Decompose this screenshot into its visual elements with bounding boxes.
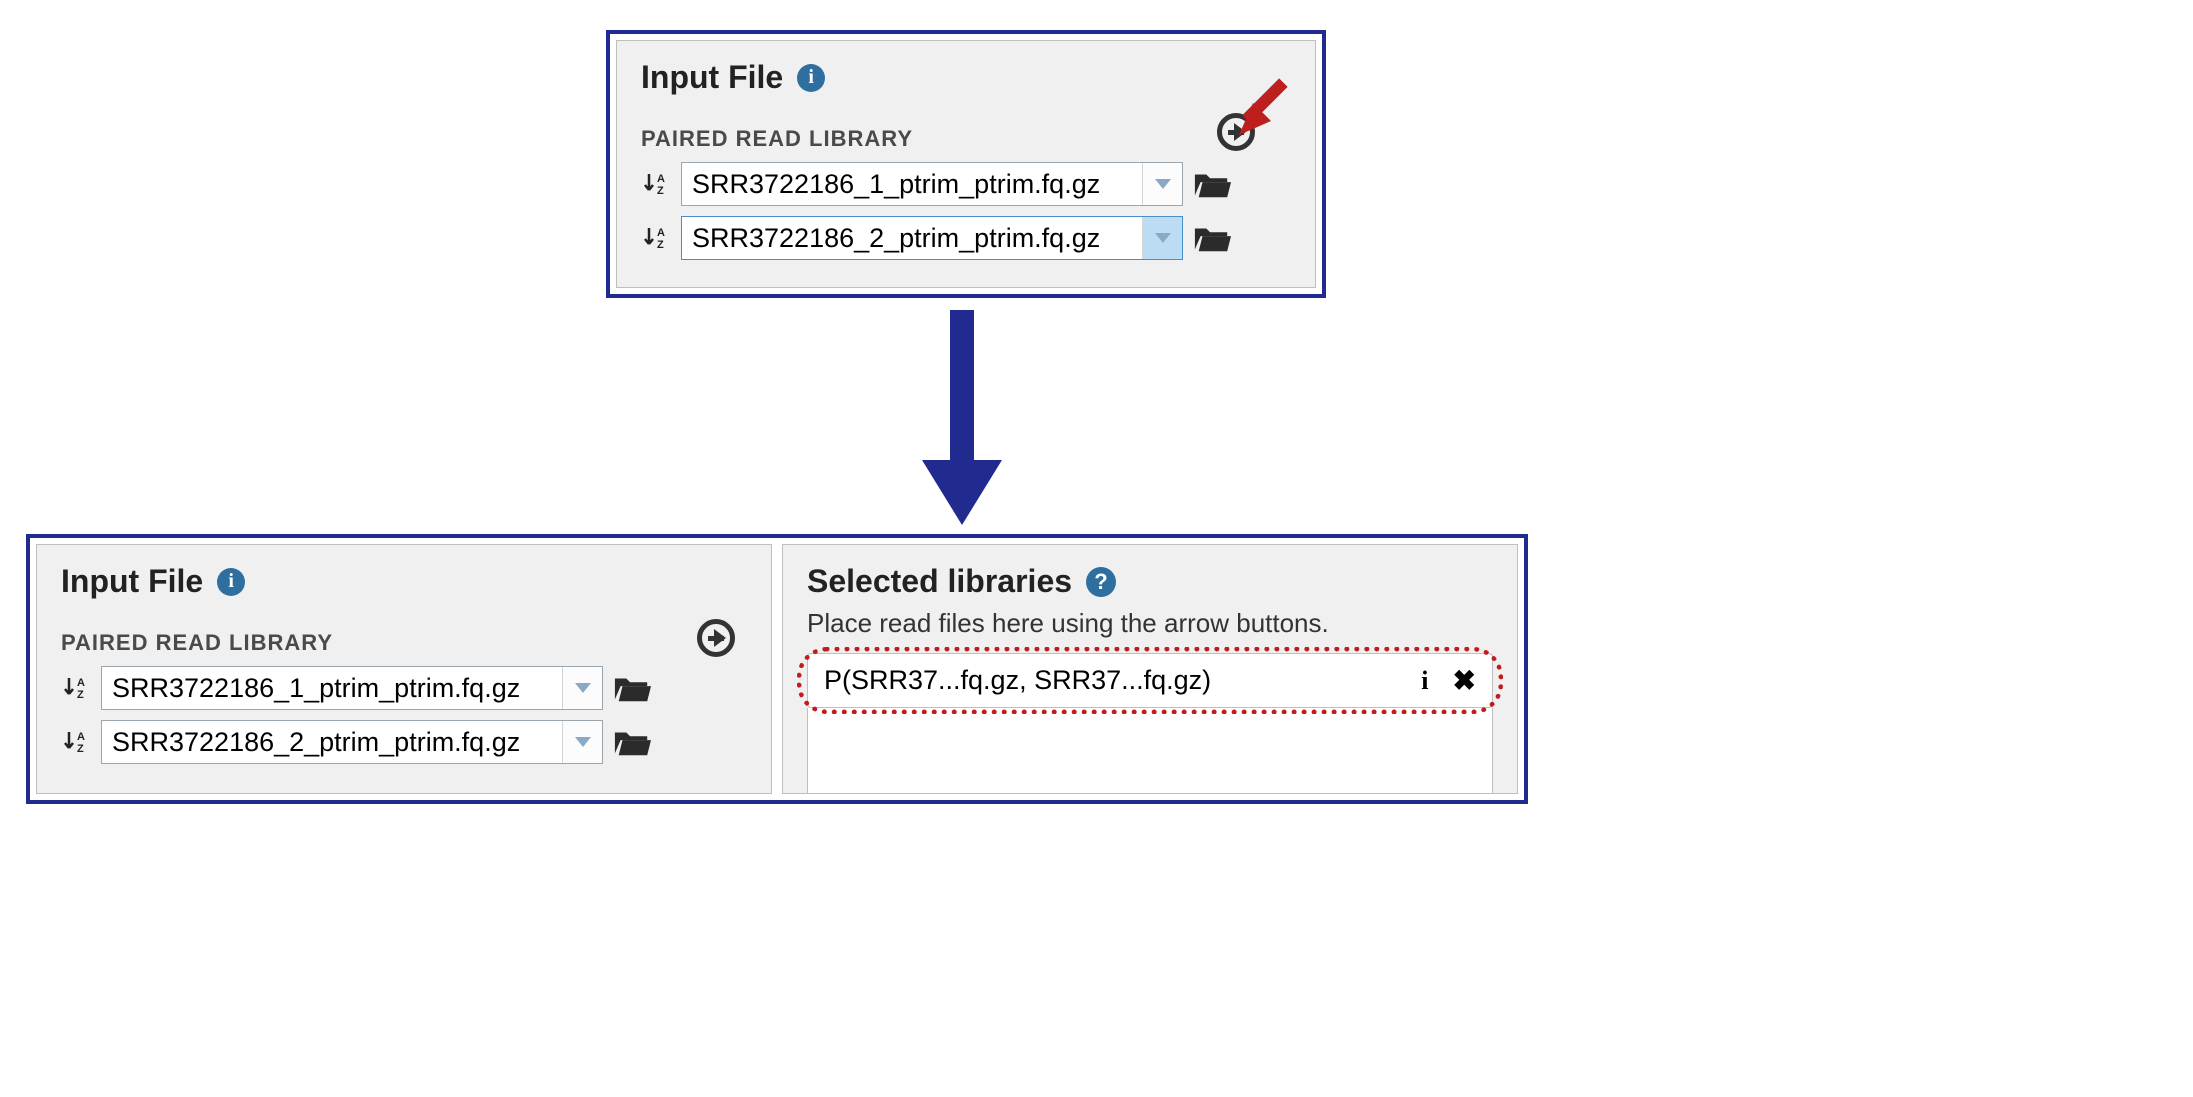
- svg-text:A: A: [657, 227, 665, 239]
- file-select-2[interactable]: SRR3722186_2_ptrim_ptrim.fq.gz: [681, 216, 1183, 260]
- dropdown-caret-icon[interactable]: [562, 721, 602, 763]
- file-row-2: AZ SRR3722186_2_ptrim_ptrim.fq.gz: [641, 216, 1291, 260]
- arrow-right-icon: [708, 636, 724, 641]
- svg-text:Z: Z: [657, 239, 664, 251]
- file-row-1: AZ SRR3722186_1_ptrim_ptrim.fq.gz: [641, 162, 1291, 206]
- selected-list-body: [807, 708, 1493, 794]
- info-icon[interactable]: i: [797, 64, 825, 92]
- svg-text:A: A: [657, 173, 665, 185]
- bottom-panel: Input File i PAIRED READ LIBRARY AZ SRR3…: [26, 534, 1528, 804]
- sort-az-icon[interactable]: AZ: [641, 171, 671, 197]
- file-select-1-value: SRR3722186_1_ptrim_ptrim.fq.gz: [682, 163, 1142, 205]
- section-title: Input File i: [641, 59, 1291, 96]
- section-title: Selected libraries ?: [807, 563, 1493, 600]
- svg-text:Z: Z: [657, 185, 664, 197]
- selected-libraries-label: Selected libraries: [807, 563, 1072, 600]
- svg-text:Z: Z: [77, 743, 84, 755]
- bottom-right-panel: Selected libraries ? Place read files he…: [782, 544, 1518, 794]
- sort-az-icon[interactable]: AZ: [61, 675, 91, 701]
- paired-read-library-label: PAIRED READ LIBRARY: [61, 630, 747, 656]
- dropdown-caret-icon[interactable]: [562, 667, 602, 709]
- file-select-1-value: SRR3722186_1_ptrim_ptrim.fq.gz: [102, 667, 562, 709]
- file-select-2[interactable]: SRR3722186_2_ptrim_ptrim.fq.gz: [101, 720, 603, 764]
- bottom-left-panel: Input File i PAIRED READ LIBRARY AZ SRR3…: [36, 544, 772, 794]
- file-row-2: AZ SRR3722186_2_ptrim_ptrim.fq.gz: [61, 720, 747, 764]
- file-row-1: AZ SRR3722186_1_ptrim_ptrim.fq.gz: [61, 666, 747, 710]
- file-select-1[interactable]: SRR3722186_1_ptrim_ptrim.fq.gz: [101, 666, 603, 710]
- entry-actions: i ✖: [1421, 664, 1476, 697]
- selected-library-value: P(SRR37...fq.gz, SRR37...fq.gz): [824, 665, 1211, 696]
- flow-down-arrow-icon: [917, 310, 1007, 530]
- sort-az-icon[interactable]: AZ: [641, 225, 671, 251]
- top-panel-inner: Input File i PAIRED READ LIBRARY AZ SRR3…: [616, 40, 1316, 288]
- file-select-2-value: SRR3722186_2_ptrim_ptrim.fq.gz: [102, 721, 562, 763]
- dropdown-caret-icon[interactable]: [1142, 163, 1182, 205]
- help-icon[interactable]: ?: [1086, 567, 1116, 597]
- paired-read-library-label: PAIRED READ LIBRARY: [641, 126, 1291, 152]
- entry-info-button[interactable]: i: [1421, 666, 1428, 696]
- svg-text:A: A: [77, 677, 85, 689]
- info-icon[interactable]: i: [217, 568, 245, 596]
- browse-folder-button[interactable]: [1193, 222, 1231, 254]
- entry-remove-button[interactable]: ✖: [1453, 664, 1476, 697]
- svg-text:Z: Z: [77, 689, 84, 701]
- top-panel: Input File i PAIRED READ LIBRARY AZ SRR3…: [606, 30, 1326, 298]
- browse-folder-button[interactable]: [613, 726, 651, 758]
- section-title: Input File i: [61, 563, 747, 600]
- sort-az-icon[interactable]: AZ: [61, 729, 91, 755]
- selected-library-entry: P(SRR37...fq.gz, SRR37...fq.gz) i ✖: [807, 653, 1493, 708]
- browse-folder-button[interactable]: [613, 672, 651, 704]
- file-select-2-value: SRR3722186_2_ptrim_ptrim.fq.gz: [682, 217, 1142, 259]
- selected-libraries-hint: Place read files here using the arrow bu…: [807, 608, 1493, 639]
- input-file-label: Input File: [61, 563, 203, 600]
- input-file-label: Input File: [641, 59, 783, 96]
- browse-folder-button[interactable]: [1193, 168, 1231, 200]
- dropdown-caret-icon[interactable]: [1142, 217, 1182, 259]
- file-select-1[interactable]: SRR3722186_1_ptrim_ptrim.fq.gz: [681, 162, 1183, 206]
- selected-entry-wrap: P(SRR37...fq.gz, SRR37...fq.gz) i ✖: [807, 653, 1493, 708]
- red-callout-arrow-icon: [1231, 63, 1311, 143]
- add-to-selected-button[interactable]: [697, 619, 735, 657]
- svg-text:A: A: [77, 731, 85, 743]
